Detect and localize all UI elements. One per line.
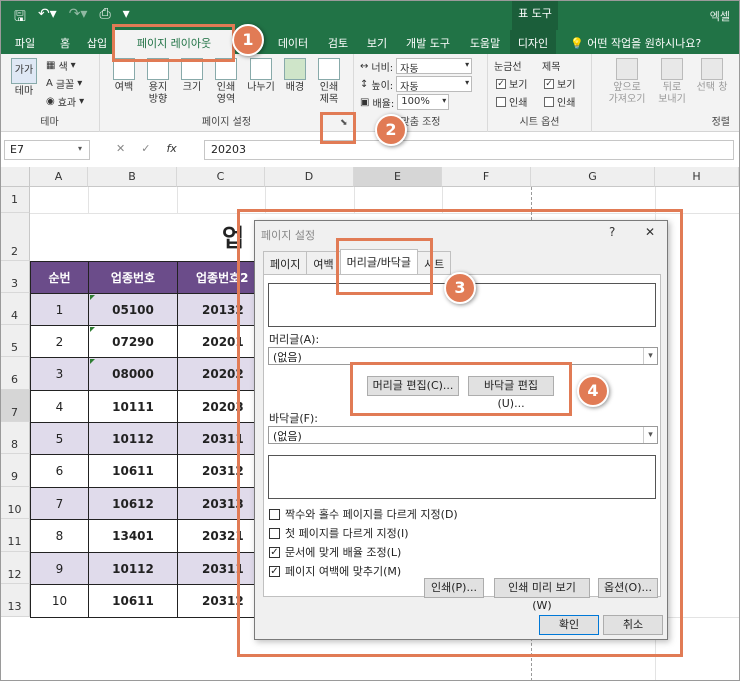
- window-border: [0, 0, 740, 681]
